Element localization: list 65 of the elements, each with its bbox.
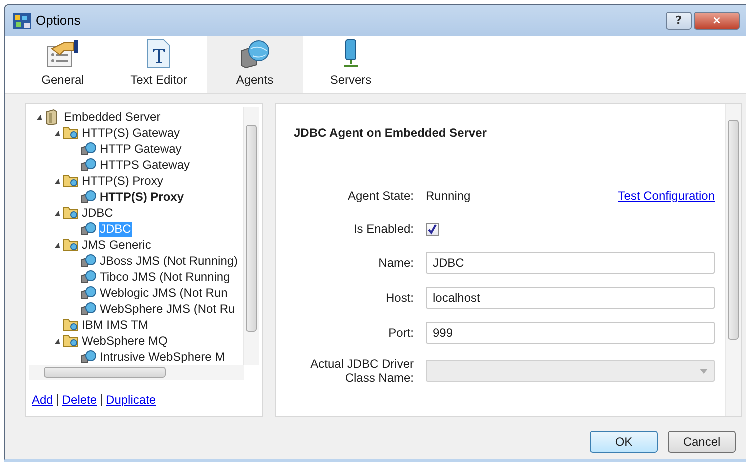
toolbar-tab[interactable]: Servers xyxy=(303,36,399,93)
tree-item[interactable]: WebSphere JMS (Not Ru xyxy=(99,302,236,316)
tree-item[interactable]: JDBC xyxy=(81,206,114,220)
ok-button[interactable]: OK xyxy=(590,431,658,453)
tree-action-link[interactable]: Add xyxy=(32,393,54,407)
cancel-button[interactable]: Cancel xyxy=(668,431,736,453)
agent-icon xyxy=(81,286,97,300)
field-label: Port: xyxy=(388,326,414,340)
folder-icon xyxy=(63,318,79,332)
folder-icon xyxy=(63,238,79,252)
tree-item[interactable]: HTTP(S) Proxy xyxy=(99,190,186,204)
agent-icon xyxy=(81,350,97,364)
toolbar-tab[interactable]: Agents xyxy=(207,36,303,93)
tree-item[interactable]: WebSphere MQ xyxy=(81,334,169,348)
agent-icon xyxy=(81,190,97,204)
globe-server-icon xyxy=(239,39,271,69)
text-field[interactable]: JDBC xyxy=(426,252,715,274)
folder-icon xyxy=(63,126,79,140)
tree-item[interactable]: Embedded Server xyxy=(63,110,162,124)
text-field[interactable]: 999 xyxy=(426,322,715,344)
text-field[interactable]: localhost xyxy=(426,287,715,309)
agent-icon xyxy=(81,254,97,268)
field-label: Agent State: xyxy=(346,189,414,203)
tree-item[interactable]: HTTP(S) Gateway xyxy=(81,126,182,140)
tree-action-link[interactable]: Duplicate xyxy=(106,393,156,407)
tree-item[interactable]: HTTPS Gateway xyxy=(99,158,192,172)
test-configuration-link[interactable]: Test Configuration xyxy=(618,189,715,203)
field-label: Name: xyxy=(378,256,414,270)
field-label: Host: xyxy=(384,291,414,305)
agent-icon xyxy=(81,142,97,156)
text-document-icon xyxy=(146,39,172,69)
agent-icon xyxy=(81,302,97,316)
folder-icon xyxy=(63,206,79,220)
tree-item[interactable]: Weblogic JMS (Not Run xyxy=(99,286,229,300)
tree-item[interactable]: JBoss JMS (Not Running) xyxy=(99,254,240,268)
tree-item[interactable]: Tibco JMS (Not Running xyxy=(99,270,232,284)
toolbar-tab[interactable]: Text Editor xyxy=(111,36,207,93)
field-label: Is Enabled: xyxy=(352,222,414,236)
toolbar-tab[interactable]: General xyxy=(15,36,111,93)
tree-item[interactable]: HTTP Gateway xyxy=(99,142,183,156)
agent-heading: JDBC Agent on Embedded Server xyxy=(294,126,488,140)
tree-action-link[interactable]: Delete xyxy=(62,393,98,407)
help-button[interactable]: ? xyxy=(666,12,692,30)
horizontal-scrollbar[interactable] xyxy=(29,365,244,380)
enabled-checkbox[interactable] xyxy=(426,222,439,236)
dropdown-caret-icon xyxy=(700,368,708,374)
vertical-scrollbar[interactable] xyxy=(243,107,259,365)
agent-state-value: Running xyxy=(426,189,471,203)
app-icon xyxy=(13,12,31,28)
window-title: Options xyxy=(36,13,82,28)
tree-item[interactable]: JMS Generic xyxy=(81,238,152,252)
tree-item[interactable]: HTTP(S) Proxy xyxy=(81,174,164,188)
folder-icon xyxy=(63,334,79,348)
tree-item[interactable]: Intrusive WebSphere M xyxy=(99,350,226,364)
tree-item[interactable]: IBM IMS TM xyxy=(81,318,150,332)
agent-icon xyxy=(81,158,97,172)
folder-icon xyxy=(63,174,79,188)
agent-icon xyxy=(81,270,97,284)
server-tower-icon xyxy=(341,39,361,69)
collapse-triangle-icon[interactable] xyxy=(36,114,42,120)
pointing-hand-icon xyxy=(46,39,80,69)
field-label: Actual JDBC Driver Class Name: xyxy=(310,357,414,385)
agent-icon xyxy=(81,222,97,236)
vertical-scrollbar[interactable] xyxy=(725,104,741,416)
server-icon xyxy=(45,109,59,125)
